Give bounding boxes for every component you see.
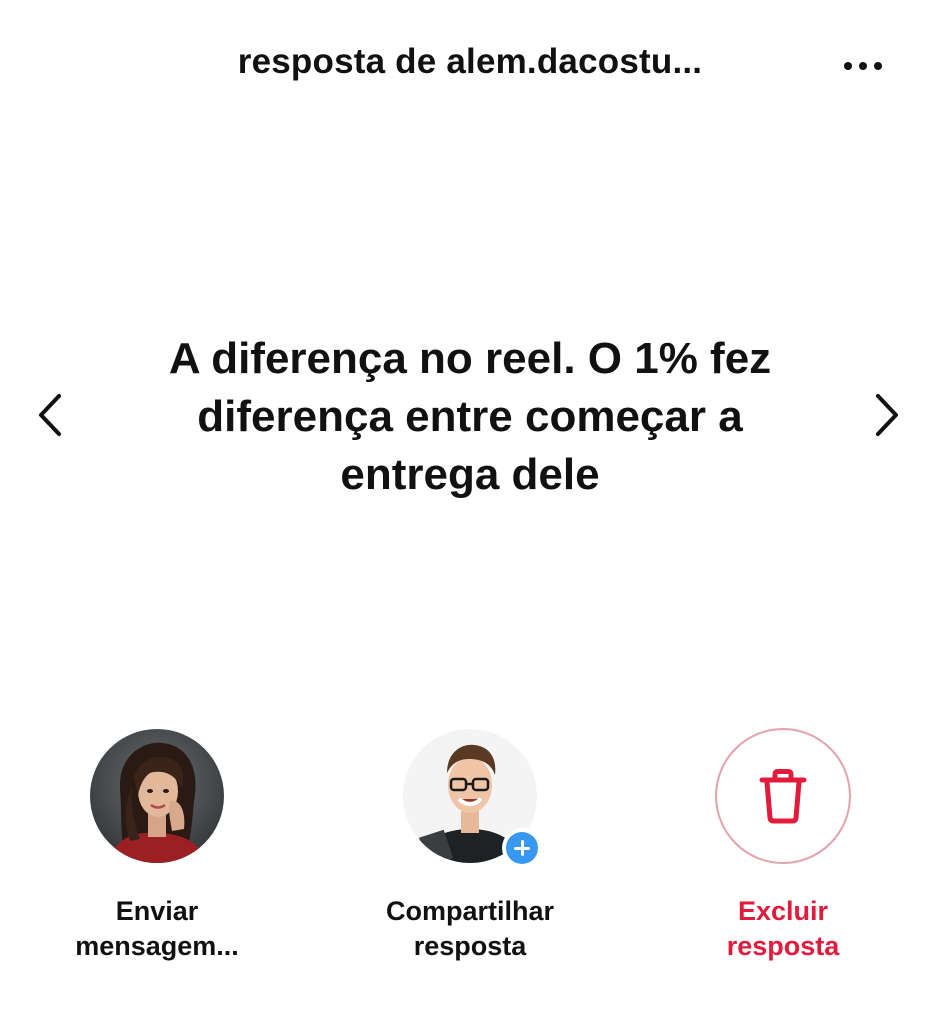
delete-circle: [715, 728, 851, 864]
more-options-button[interactable]: [830, 42, 896, 90]
woman-avatar-image: [90, 729, 224, 863]
next-button[interactable]: [862, 385, 912, 445]
more-dot: [874, 62, 882, 70]
actions-row: Enviar mensagem... Compartilhar resposta…: [0, 728, 940, 988]
share-response-label: Compartilhar resposta: [350, 894, 590, 964]
response-text: A diferença no reel. O 1% fez diferença …: [168, 334, 772, 499]
avatar-wrap: [89, 728, 225, 864]
plus-badge-inner: [506, 832, 538, 864]
delete-response-label-line2: resposta: [726, 931, 840, 961]
send-message-button[interactable]: Enviar mensagem...: [37, 728, 277, 964]
page-title: resposta de alem.dacostu...: [237, 42, 703, 81]
send-message-label-line2: mensagem...: [75, 931, 239, 961]
delete-response-button[interactable]: Excluir resposta: [663, 728, 903, 964]
share-response-label-line2: resposta: [413, 931, 527, 961]
trash-icon: [759, 769, 807, 824]
avatar-wrap: [402, 728, 542, 868]
delete-response-label: Excluir resposta: [663, 894, 903, 964]
send-message-label-line1: Enviar: [115, 896, 199, 926]
delete-response-label-line1: Excluir: [737, 896, 829, 926]
share-response-label-line1: Compartilhar: [385, 896, 555, 926]
send-message-label: Enviar mensagem...: [37, 894, 277, 964]
top-bar: resposta de alem.dacostu...: [0, 0, 940, 130]
previous-button[interactable]: [25, 385, 75, 445]
chevron-left-icon: [39, 394, 61, 436]
share-response-button[interactable]: Compartilhar resposta: [350, 728, 590, 964]
add-plus-icon: [502, 828, 542, 868]
more-dot: [859, 62, 867, 70]
more-horizontal-icon: [844, 62, 852, 70]
chevron-right-icon: [876, 394, 898, 436]
avatar: [90, 729, 224, 863]
